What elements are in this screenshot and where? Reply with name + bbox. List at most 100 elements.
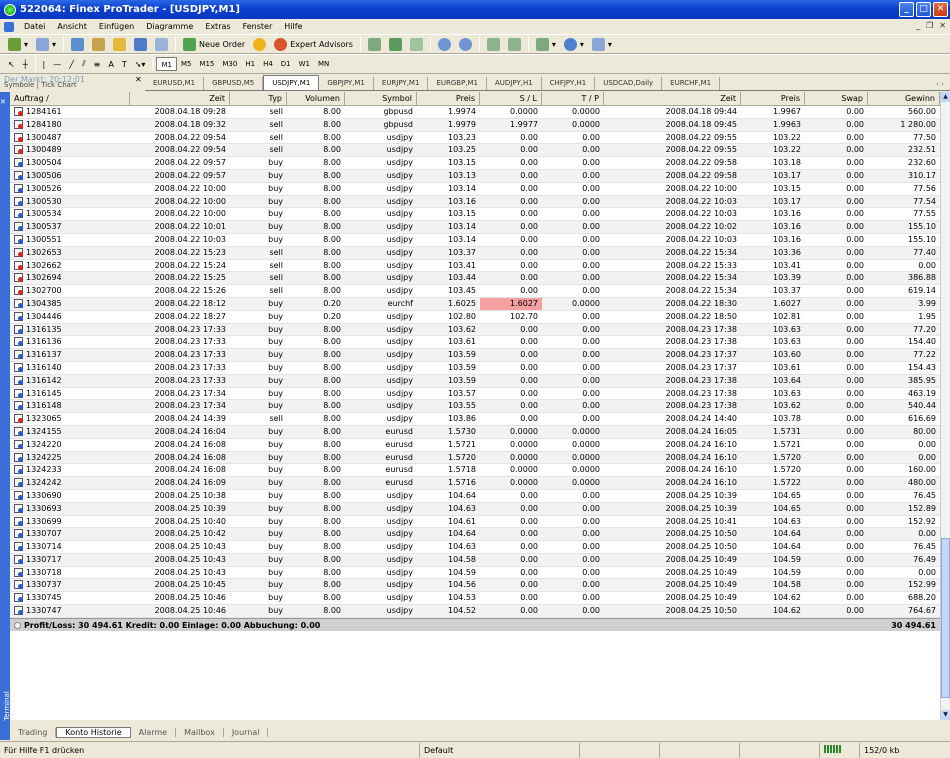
new-chart-button[interactable]: ▾: [4, 36, 32, 52]
tester-button[interactable]: [151, 36, 172, 52]
menu-hilfe[interactable]: Hilfe: [278, 22, 308, 31]
tab-journal[interactable]: Journal: [224, 727, 269, 737]
chart-tab-eurusd-m1[interactable]: EURUSD,M1: [145, 77, 205, 90]
chart-tab-gbpjpy-m1[interactable]: GBPJPY,M1: [319, 77, 374, 90]
timeframe-d1[interactable]: D1: [277, 57, 295, 71]
crosshair-tool[interactable]: ┼: [19, 56, 32, 72]
chart-tab-eurchf-m1[interactable]: EURCHF,M1: [662, 77, 721, 90]
mdi-minimize-button[interactable]: _: [916, 21, 920, 30]
text-tool[interactable]: A: [104, 56, 117, 72]
table-row[interactable]: 1330699 2008.04.25 10:40 buy 8.00 usdjpy 104.…: [10, 516, 940, 529]
mdi-restore-button[interactable]: ❐: [926, 21, 933, 30]
column-header-volumen[interactable]: Volumen: [287, 92, 345, 105]
table-row[interactable]: 1330745 2008.04.25 10:46 buy 8.00 usdjpy 104.…: [10, 592, 940, 606]
timeframe-m15[interactable]: M15: [195, 57, 218, 71]
table-row[interactable]: 1330717 2008.04.25 10:43 buy 8.00 usdjpy 104.…: [10, 553, 940, 567]
chart-tab-audjpy-h1[interactable]: AUDJPY,H1: [487, 77, 542, 90]
arrows-tool[interactable]: ➘▾: [131, 56, 150, 72]
table-row[interactable]: 1302700 2008.04.22 15:26 sell 8.00 usdjpy 103…: [10, 285, 940, 298]
zoom-out-button[interactable]: [455, 36, 476, 52]
templates-button[interactable]: ▾: [588, 36, 616, 52]
table-row[interactable]: 1300487 2008.04.22 09:54 sell 8.00 usdjpy 103…: [10, 132, 940, 145]
trend-line-tool[interactable]: ╱: [65, 56, 78, 72]
chart-tab-gbpusd-m5[interactable]: GBPUSD,M5: [204, 77, 264, 90]
timeframe-m5[interactable]: M5: [177, 57, 196, 71]
timeframe-h4[interactable]: H4: [259, 57, 277, 71]
column-header-swap[interactable]: Swap: [805, 92, 868, 105]
candle-chart-button[interactable]: [385, 36, 406, 52]
menu-einfuegen[interactable]: Einfügen: [93, 22, 140, 31]
indicators-button[interactable]: ▾: [532, 36, 560, 52]
table-row[interactable]: 1300534 2008.04.22 10:00 buy 8.00 usdjpy 103.…: [10, 208, 940, 222]
tab-mailbox[interactable]: Mailbox: [176, 727, 224, 737]
menu-datei[interactable]: Datei: [18, 22, 51, 31]
chart-tab-eurgbp-m1[interactable]: EURGBP,M1: [428, 77, 488, 90]
chart-tab-chfjpy-h1[interactable]: CHFJPY,H1: [542, 77, 596, 90]
tab-scroll-arrows[interactable]: ‹ ›: [936, 80, 944, 88]
table-row[interactable]: 1284180 2008.04.18 09:32 sell 8.00 gbpusd 1.9…: [10, 118, 940, 132]
table-row[interactable]: 1300551 2008.04.22 10:03 buy 8.00 usdjpy 103.…: [10, 234, 940, 247]
timeframe-mn[interactable]: MN: [314, 57, 333, 71]
table-row[interactable]: 1302662 2008.04.22 15:24 sell 8.00 usdjpy 103…: [10, 260, 940, 273]
label-tool[interactable]: T: [118, 56, 131, 72]
chart-shift-button[interactable]: [504, 36, 525, 52]
chart-tab-usdjpy-m1[interactable]: USDJPY,M1: [263, 75, 320, 90]
terminal-close-icon[interactable]: ✕: [0, 98, 6, 106]
table-row[interactable]: 1330690 2008.04.25 10:38 buy 8.00 usdjpy 104.…: [10, 490, 940, 503]
menu-ansicht[interactable]: Ansicht: [51, 22, 93, 31]
mdi-close-button[interactable]: ✕: [939, 21, 946, 30]
market-watch-tabs[interactable]: Symbole | Tick Chart: [4, 81, 77, 89]
cursor-tool[interactable]: ↖: [4, 56, 19, 72]
tab-alarme[interactable]: Alarme: [131, 727, 177, 737]
table-row[interactable]: 1316137 2008.04.23 17:33 buy 8.00 usdjpy 103.…: [10, 349, 940, 362]
market-watch-button[interactable]: [67, 36, 88, 52]
chart-tab-usdcad-daily[interactable]: USDCAD,Daily: [595, 77, 663, 90]
terminal-button[interactable]: [130, 36, 151, 52]
scroll-thumb[interactable]: [941, 538, 950, 698]
table-row[interactable]: 1300537 2008.04.22 10:01 buy 8.00 usdjpy 103.…: [10, 221, 940, 234]
bar-chart-button[interactable]: [364, 36, 385, 52]
line-chart-button[interactable]: [406, 36, 427, 52]
timeframe-m30[interactable]: M30: [218, 57, 241, 71]
periods-button[interactable]: ▾: [560, 36, 588, 52]
table-row[interactable]: 1330747 2008.04.25 10:46 buy 8.00 usdjpy 104.…: [10, 605, 940, 618]
table-row[interactable]: 1324233 2008.04.24 16:08 buy 8.00 eurusd 1.57…: [10, 464, 940, 478]
timeframe-h1[interactable]: H1: [241, 57, 259, 71]
table-row[interactable]: 1330707 2008.04.25 10:42 buy 8.00 usdjpy 104.…: [10, 528, 940, 542]
table-row[interactable]: 1300489 2008.04.22 09:54 sell 8.00 usdjpy 103…: [10, 144, 940, 158]
menu-diagramme[interactable]: Diagramme: [140, 22, 199, 31]
column-header-tp[interactable]: T / P: [542, 92, 604, 105]
table-row[interactable]: 1316136 2008.04.23 17:33 buy 8.00 usdjpy 103.…: [10, 336, 940, 350]
expert-advisors-button[interactable]: Expert Advisors: [270, 36, 357, 52]
timeframe-m1[interactable]: M1: [156, 57, 177, 71]
chart-tab-eurjpy-m1[interactable]: EURJPY,M1: [374, 77, 429, 90]
close-button[interactable]: ✕: [933, 2, 948, 17]
panel-close-icon[interactable]: ✕: [135, 75, 142, 84]
tab-trading[interactable]: Trading: [10, 727, 57, 737]
table-row[interactable]: 1324242 2008.04.24 16:09 buy 8.00 eurusd 1.57…: [10, 477, 940, 490]
vertical-line-tool[interactable]: |: [39, 56, 50, 72]
column-header-zeit[interactable]: Zeit: [130, 92, 230, 105]
column-header-preis[interactable]: Preis: [417, 92, 480, 105]
column-header-gewinn[interactable]: Gewinn: [868, 92, 940, 105]
column-header-symbol[interactable]: Symbol: [345, 92, 417, 105]
minimize-button[interactable]: _: [899, 2, 914, 17]
table-row[interactable]: 1316145 2008.04.23 17:34 buy 8.00 usdjpy 103.…: [10, 388, 940, 401]
profiles-button[interactable]: ▾: [32, 36, 60, 52]
table-row[interactable]: 1324155 2008.04.24 16:04 buy 8.00 eurusd 1.57…: [10, 425, 940, 439]
table-row[interactable]: 1304446 2008.04.22 18:27 buy 0.20 usdjpy 102.…: [10, 311, 940, 324]
warning-button[interactable]: [249, 36, 270, 52]
table-row[interactable]: 1324220 2008.04.24 16:08 buy 8.00 eurusd 1.57…: [10, 439, 940, 452]
menu-extras[interactable]: Extras: [199, 22, 236, 31]
column-header-auftrag[interactable]: Auftrag /: [10, 92, 130, 105]
table-row[interactable]: 1330718 2008.04.25 10:43 buy 8.00 usdjpy 104.…: [10, 567, 940, 580]
zoom-in-button[interactable]: [434, 36, 455, 52]
channel-tool[interactable]: ⫽: [78, 56, 90, 72]
timeframe-w1[interactable]: W1: [295, 57, 314, 71]
table-row[interactable]: 1300530 2008.04.22 10:00 buy 8.00 usdjpy 103.…: [10, 195, 940, 209]
table-row[interactable]: 1316142 2008.04.23 17:33 buy 8.00 usdjpy 103.…: [10, 374, 940, 388]
table-row[interactable]: 1316148 2008.04.23 17:34 buy 8.00 usdjpy 103.…: [10, 400, 940, 414]
table-row[interactable]: 1316140 2008.04.23 17:33 buy 8.00 usdjpy 103.…: [10, 362, 940, 375]
tab-konto-historie[interactable]: Konto Historie: [56, 726, 131, 738]
table-row[interactable]: 1300506 2008.04.22 09:57 buy 8.00 usdjpy 103.…: [10, 169, 940, 183]
